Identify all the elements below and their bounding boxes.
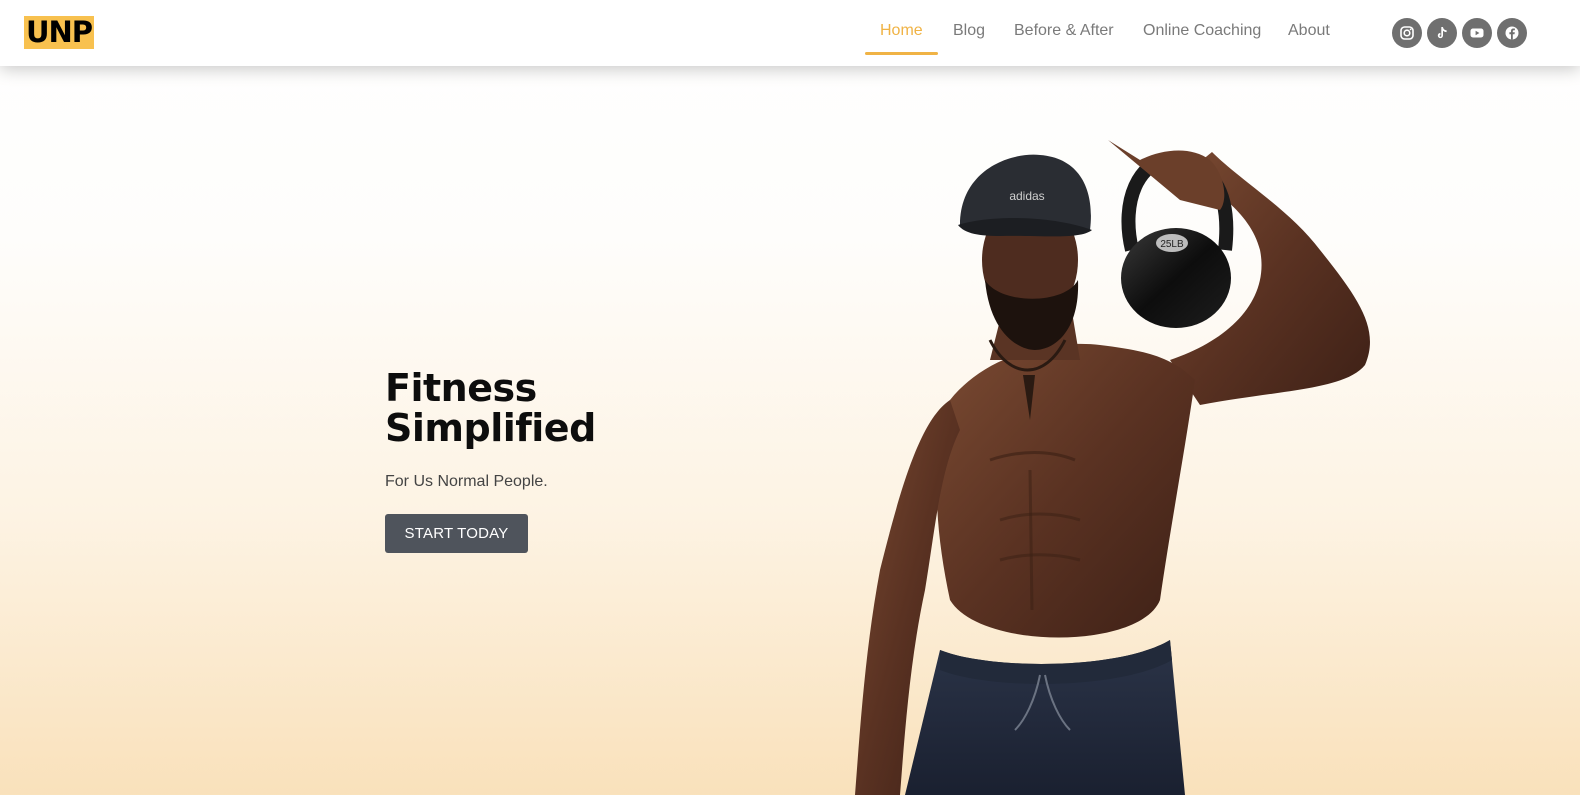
nav-before-after[interactable]: Before & After bbox=[1014, 22, 1114, 44]
start-today-button[interactable]: START TODAY bbox=[385, 514, 528, 553]
youtube-link[interactable] bbox=[1462, 18, 1492, 48]
kettlebell-label: 25LB bbox=[1160, 239, 1184, 250]
tiktok-link[interactable] bbox=[1427, 18, 1457, 48]
nav-blog[interactable]: Blog bbox=[953, 22, 985, 44]
facebook-icon bbox=[1505, 26, 1519, 40]
logo[interactable]: UNP bbox=[24, 16, 94, 49]
instagram-link[interactable] bbox=[1392, 18, 1422, 48]
nav-online-coaching[interactable]: Online Coaching bbox=[1143, 22, 1261, 44]
hero-title: Fitness Simplified bbox=[385, 368, 745, 448]
hero-section: Fitness Simplified For Us Normal People.… bbox=[385, 368, 745, 553]
facebook-link[interactable] bbox=[1497, 18, 1527, 48]
cap-logo: adidas bbox=[1009, 189, 1044, 203]
youtube-icon bbox=[1470, 28, 1484, 38]
nav-home[interactable]: Home bbox=[880, 22, 923, 44]
athlete-illustration: 25LB adidas bbox=[855, 140, 1370, 795]
hero-title-line1: Fitness bbox=[385, 366, 537, 410]
nav-about[interactable]: About bbox=[1288, 22, 1330, 44]
tiktok-icon bbox=[1437, 27, 1447, 39]
hero-image: 25LB adidas bbox=[840, 130, 1400, 795]
hero-subtitle: For Us Normal People. bbox=[385, 473, 548, 490]
site-header: UNP Home Blog Before & After Online Coac… bbox=[0, 0, 1580, 66]
instagram-icon bbox=[1400, 26, 1414, 40]
nav-active-indicator bbox=[865, 52, 938, 55]
hero-title-line2: Simplified bbox=[385, 406, 596, 450]
